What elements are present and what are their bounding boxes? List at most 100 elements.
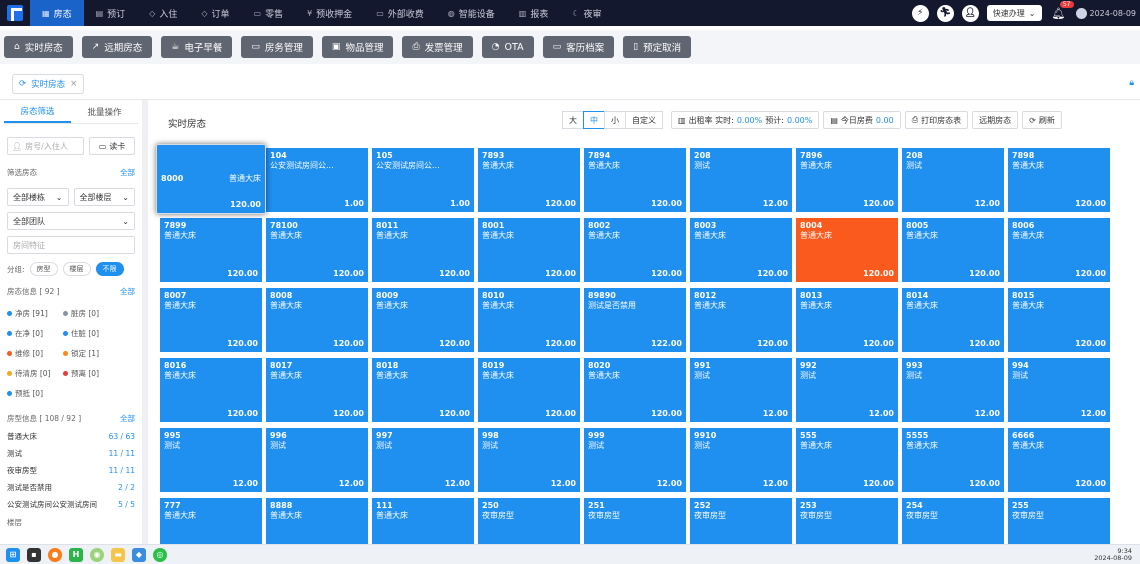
room-card[interactable]: 995 测试 12.00 [160,428,262,492]
group-by-type[interactable]: 房型 [29,262,58,276]
close-icon[interactable]: × [70,79,77,89]
status-item[interactable]: 预离 [0] [63,368,119,379]
room-card[interactable]: 78100 普通大床 120.00 [266,218,368,282]
room-card[interactable]: 8017 普通大床 120.00 [266,358,368,422]
room-card[interactable]: 992 测试 12.00 [796,358,898,422]
room-card[interactable]: 8005 普通大床 120.00 [902,218,1004,282]
nav-item-8[interactable]: ▥ 报表 [507,0,561,26]
nav-item-3[interactable]: ◇ 订单 [189,0,241,26]
tab-batch-operation[interactable]: 批量操作 [71,100,138,123]
room-card[interactable]: 996 测试 12.00 [266,428,368,492]
room-card[interactable]: 208 测试 12.00 [902,148,1004,212]
nav-item-9[interactable]: ☾ 夜审 [560,0,613,26]
app-logo[interactable] [0,0,30,26]
quick-action-dropdown[interactable]: 快速办理 ⌄ [986,5,1042,21]
room-card[interactable]: 999 测试 12.00 [584,428,686,492]
dev-tool-icon[interactable]: ◆ [132,547,146,562]
function-button-5[interactable]: ⎙ 发票管理 [402,36,473,58]
room-card[interactable]: 8011 普通大床 120.00 [372,218,474,282]
room-card[interactable]: 7893 普通大床 120.00 [478,148,580,212]
room-type-row[interactable]: 夜审房型 11 / 11 [7,462,135,479]
room-card[interactable]: 7899 普通大床 120.00 [160,218,262,282]
room-card[interactable]: 89890 测试是否禁用 122.00 [584,288,686,352]
room-card[interactable]: 254夜审房型120.00 [902,498,1004,544]
refresh-button[interactable]: ⟳ 刷新 [1022,111,1062,129]
flash-icon[interactable]: ⚡ [911,4,929,22]
function-button-8[interactable]: ▯ 预定取消 [623,36,692,58]
room-card[interactable]: 8020 普通大床 120.00 [584,358,686,422]
function-button-7[interactable]: ▭ 客历档案 [542,36,615,58]
status-item[interactable]: 住脏 [0] [63,328,119,339]
room-card[interactable]: 991 测试 12.00 [690,358,792,422]
room-card[interactable]: 105 公安测试房间公... 1.00 [372,148,474,212]
room-card[interactable]: 8006 普通大床 120.00 [1008,218,1110,282]
room-card[interactable]: 8888普通大床120.00 [266,498,368,544]
room-type-row[interactable]: 测试是否禁用 2 / 2 [7,479,135,496]
nav-item-0[interactable]: ▦ 房态 [30,0,84,26]
status-item[interactable]: 锁定 [1] [63,348,119,359]
windows-start-icon[interactable]: ⊞ [6,547,20,562]
room-card[interactable]: 6666 普通大床 120.00 [1008,428,1110,492]
floor-select[interactable]: 全部楼层 ⌄ [73,188,135,206]
room-card[interactable]: 8009 普通大床 120.00 [372,288,474,352]
tab-status-filter[interactable]: 房态筛选 [4,100,71,123]
room-card[interactable]: 8014 普通大床 120.00 [902,288,1004,352]
room-card[interactable]: 8015 普通大床 120.00 [1008,288,1110,352]
room-card[interactable]: 8001 普通大床 120.00 [478,218,580,282]
notification-bell[interactable]: 🔔︎ 57 [1050,0,1074,20]
room-card[interactable]: 8013 普通大床 120.00 [796,288,898,352]
firefox-icon[interactable]: ● [48,547,62,562]
room-card[interactable]: 8004 普通大床 120.00 [796,218,898,282]
room-card[interactable]: 7898 普通大床 120.00 [1008,148,1110,212]
room-card[interactable]: 8010 普通大床 120.00 [478,288,580,352]
group-by-floor[interactable]: 楼层 [62,262,91,276]
room-card[interactable]: 252夜审房型120.00 [690,498,792,544]
print-status-button[interactable]: ⎙ 打印房态表 [904,111,969,129]
size-medium-button[interactable]: 中 [583,111,605,129]
size-custom-button[interactable]: 自定义 [625,111,663,129]
nav-item-4[interactable]: ▭ 零售 [242,0,296,26]
room-card[interactable]: 777普通大床120.00 [160,498,262,544]
room-card[interactable]: 8019 普通大床 120.00 [478,358,580,422]
room-card[interactable]: 8002 普通大床 120.00 [584,218,686,282]
read-card-button[interactable]: ▭ 读卡 [89,137,135,155]
function-button-1[interactable]: ↗ 远期房态 [81,36,153,58]
far-status-button[interactable]: 远期房态 [972,111,1019,129]
status-item[interactable]: 净房 [91] [7,308,63,319]
user-date[interactable]: 2024-08-09 [1075,7,1136,19]
group-none[interactable]: 不限 [95,262,124,276]
nav-item-7[interactable]: ◍ 智能设备 [436,0,507,26]
room-card[interactable]: 8007 普通大床 120.00 [160,288,262,352]
room-type-row[interactable]: 测试 11 / 11 [7,445,135,462]
nav-item-5[interactable]: ¥ 预收押金 [295,0,364,26]
function-button-0[interactable]: ⌂ 实时房态 [4,36,73,58]
room-card[interactable]: 8018 普通大床 120.00 [372,358,474,422]
room-card[interactable]: 7894 普通大床 120.00 [584,148,686,212]
room-card[interactable]: 7896 普通大床 120.00 [796,148,898,212]
room-type-all-link[interactable]: 全部 [120,413,135,424]
room-card[interactable]: 208 测试 12.00 [690,148,792,212]
lock-icon[interactable]: 🔒︎ [1129,78,1134,88]
room-card[interactable]: 993 测试 12.00 [902,358,1004,422]
room-card[interactable]: 111普通大床120.00 [372,498,474,544]
function-button-4[interactable]: ▣ 物品管理 [321,36,394,58]
user-add-icon[interactable]: 👤︎ [961,4,979,22]
size-large-button[interactable]: 大 [562,111,584,129]
room-feature-input[interactable]: 房间特征 [7,236,135,254]
room-card[interactable]: 104 公安测试房间公... 1.00 [266,148,368,212]
room-card[interactable]: 555 普通大床 120.00 [796,428,898,492]
room-card[interactable]: 250夜审房型120.00 [478,498,580,544]
room-card[interactable]: 8000 普通大床 120.00 [156,144,266,214]
status-item[interactable]: 预抵 [0] [7,388,63,399]
size-small-button[interactable]: 小 [604,111,626,129]
status-item[interactable]: 在净 [0] [7,328,63,339]
function-button-3[interactable]: ▭ 房务管理 [241,36,313,58]
wechat-icon[interactable]: ◎ [153,547,167,562]
function-button-6[interactable]: ◔ OTA [481,36,534,58]
room-type-row[interactable]: 公安测试房间公安测试房间 5 / 5 [7,496,135,513]
folder-icon[interactable]: ▬ [111,547,125,562]
app-h-icon[interactable]: H [69,547,83,562]
room-card[interactable]: 9910 测试 12.00 [690,428,792,492]
room-card[interactable]: 8016 普通大床 120.00 [160,358,262,422]
status-item[interactable]: 脏房 [0] [63,308,119,319]
